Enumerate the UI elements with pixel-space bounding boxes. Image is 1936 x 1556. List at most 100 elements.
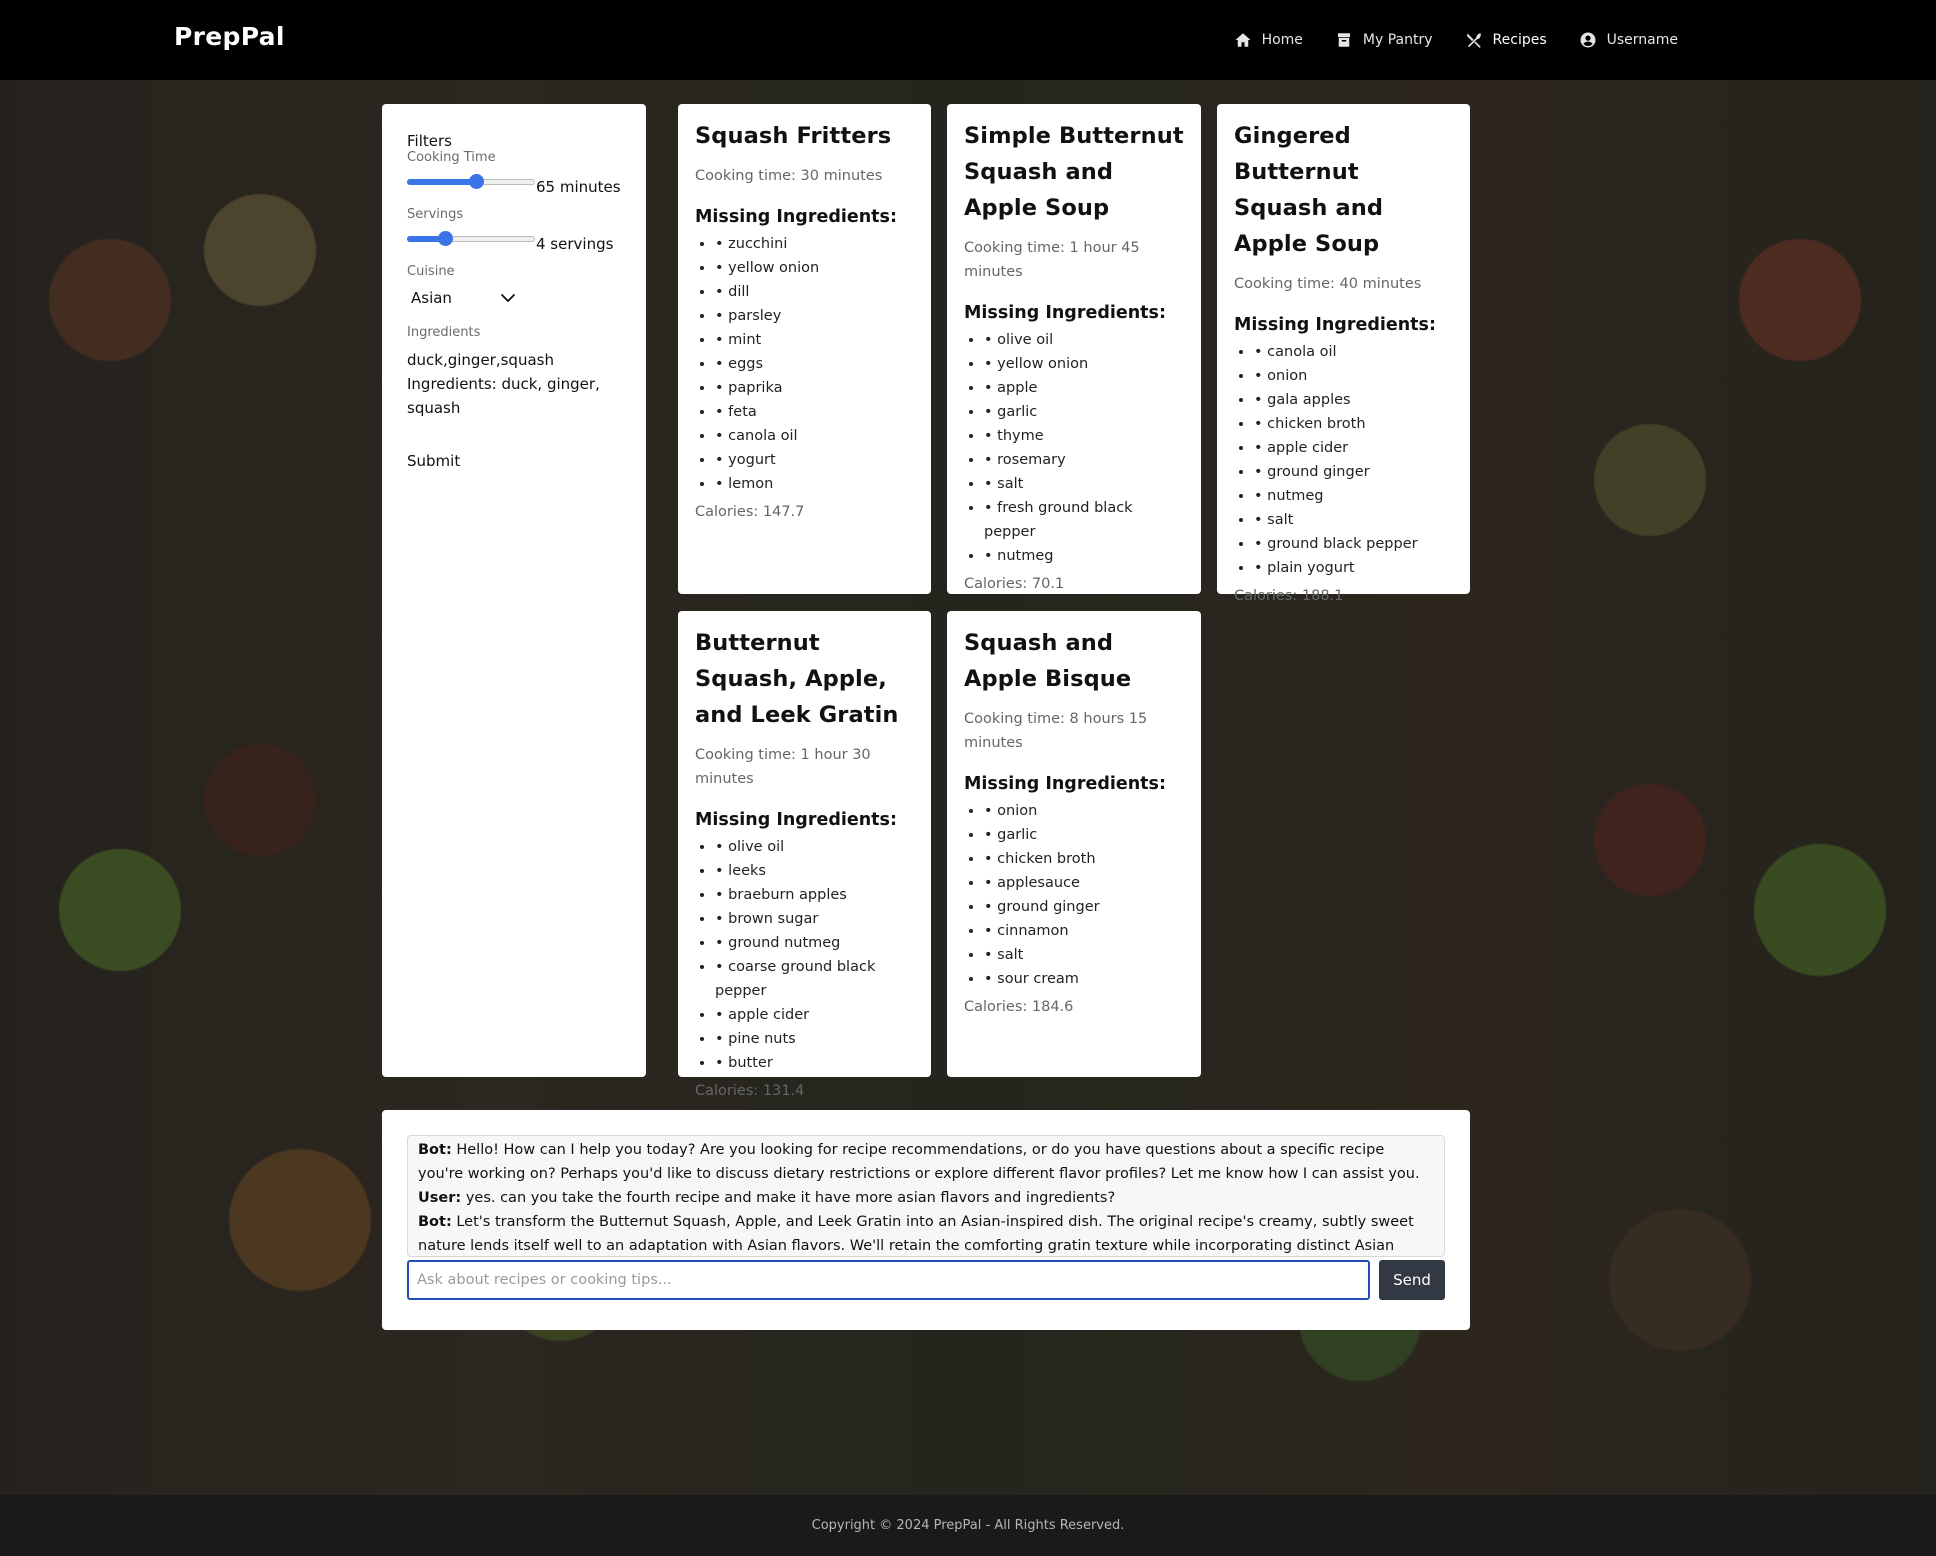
missing-ingredients-list: • zucchini• yellow onion• dill• parsley•… bbox=[695, 232, 914, 496]
missing-ingredient-item: • garlic bbox=[984, 823, 1184, 847]
recipe-card[interactable]: Squash and Apple Bisque Cooking time: 8 … bbox=[947, 611, 1201, 1077]
slider-fill bbox=[407, 179, 477, 185]
missing-ingredients-heading: Missing Ingredients: bbox=[964, 774, 1166, 794]
missing-ingredient-item: • apple cider bbox=[715, 1003, 914, 1027]
missing-ingredients-heading: Missing Ingredients: bbox=[695, 810, 897, 830]
missing-ingredient-item: • salt bbox=[984, 472, 1184, 496]
ingredients-summary: Ingredients: duck, ginger, squash bbox=[407, 375, 600, 417]
missing-ingredient-item: • yellow onion bbox=[984, 352, 1184, 376]
missing-ingredient-item: • plain yogurt bbox=[1254, 556, 1453, 580]
missing-ingredient-item: • canola oil bbox=[715, 424, 914, 448]
recipe-calories: Calories: 147.7 bbox=[695, 504, 805, 520]
chat-message: Bot: Let's transform the Butternut Squas… bbox=[418, 1210, 1434, 1256]
chevron-down-icon bbox=[501, 294, 515, 302]
recipe-card[interactable]: Simple Butternut Squash and Apple Soup C… bbox=[947, 104, 1201, 594]
recipe-title[interactable]: Gingered Butternut Squash and Apple Soup bbox=[1234, 118, 1453, 262]
cooking-time-filter: Cooking Time 65 minutes bbox=[407, 150, 621, 196]
missing-ingredients-list: • olive oil• leeks• braeburn apples• bro… bbox=[695, 835, 914, 1075]
missing-ingredient-item: • pine nuts bbox=[715, 1027, 914, 1051]
chat-log[interactable]: Bot: Hello! How can I help you today? Ar… bbox=[407, 1135, 1445, 1257]
slider-thumb[interactable] bbox=[438, 231, 454, 246]
recipe-title[interactable]: Simple Butternut Squash and Apple Soup bbox=[964, 118, 1184, 226]
missing-ingredient-item: • ground nutmeg bbox=[715, 931, 914, 955]
recipe-cooking-time: Cooking time: 8 hours 15 minutes bbox=[964, 711, 1148, 751]
missing-ingredient-item: • leeks bbox=[715, 859, 914, 883]
missing-ingredient-item: • nutmeg bbox=[1254, 484, 1453, 508]
missing-ingredient-item: • nutmeg bbox=[984, 544, 1184, 568]
recipe-card[interactable]: Squash Fritters Cooking time: 30 minutes… bbox=[678, 104, 931, 594]
cooking-time-label: Cooking Time bbox=[407, 150, 496, 165]
chat-text: Hello! How can I help you today? Are you… bbox=[418, 1142, 1420, 1182]
missing-ingredient-item: • butter bbox=[715, 1051, 914, 1075]
missing-ingredient-item: • applesauce bbox=[984, 871, 1184, 895]
recipe-card[interactable]: Gingered Butternut Squash and Apple Soup… bbox=[1217, 104, 1470, 604]
recipe-calories: Calories: 70.1 bbox=[964, 576, 1065, 592]
submit-button[interactable]: Submit bbox=[407, 452, 460, 470]
missing-ingredient-item: • braeburn apples bbox=[715, 883, 914, 907]
recipe-cooking-time: Cooking time: 30 minutes bbox=[695, 168, 883, 184]
missing-ingredient-item: • lemon bbox=[715, 472, 914, 496]
missing-ingredient-item: • ground black pepper bbox=[1254, 532, 1453, 556]
user-circle-icon bbox=[1580, 32, 1596, 48]
cooking-time-slider[interactable] bbox=[407, 174, 535, 189]
chat-message: User: yes. can you take the fourth recip… bbox=[418, 1186, 1434, 1210]
cuisine-filter: Cuisine Asian bbox=[407, 264, 621, 311]
chat-input-row: Send bbox=[407, 1260, 1445, 1300]
recipe-cooking-time: Cooking time: 40 minutes bbox=[1234, 276, 1422, 292]
cuisine-select[interactable]: Asian bbox=[407, 285, 517, 311]
slider-thumb[interactable] bbox=[469, 174, 485, 189]
missing-ingredient-item: • salt bbox=[1254, 508, 1453, 532]
utensils-icon bbox=[1466, 33, 1481, 48]
ingredients-input[interactable]: duck,ginger,squash bbox=[407, 348, 621, 372]
missing-ingredient-item: • onion bbox=[984, 799, 1184, 823]
nav-my-pantry-label: My Pantry bbox=[1362, 32, 1433, 48]
ingredients-filter: Ingredients duck,ginger,squash Ingredien… bbox=[407, 325, 621, 420]
nav-home[interactable]: Home bbox=[1234, 31, 1303, 49]
recipe-title[interactable]: Squash Fritters bbox=[695, 118, 914, 154]
nav-my-pantry[interactable]: My Pantry bbox=[1335, 31, 1433, 49]
missing-ingredient-item: • yellow onion bbox=[715, 256, 914, 280]
missing-ingredient-item: • olive oil bbox=[715, 835, 914, 859]
nav-username[interactable]: Username bbox=[1579, 31, 1678, 49]
missing-ingredient-item: • apple bbox=[984, 376, 1184, 400]
top-navbar: PrepPal Home My Pantry Recipes Username bbox=[0, 0, 1936, 80]
chat-input[interactable] bbox=[407, 1260, 1370, 1300]
missing-ingredient-item: • ground ginger bbox=[984, 895, 1184, 919]
servings-label: Servings bbox=[407, 207, 464, 222]
missing-ingredient-item: • feta bbox=[715, 400, 914, 424]
missing-ingredient-item: • zucchini bbox=[715, 232, 914, 256]
send-button[interactable]: Send bbox=[1379, 1260, 1445, 1300]
recipe-card[interactable]: Butternut Squash, Apple, and Leek Gratin… bbox=[678, 611, 931, 1099]
nav-recipes[interactable]: Recipes bbox=[1465, 31, 1547, 49]
footer: Copyright © 2024 PrepPal - All Rights Re… bbox=[0, 1495, 1936, 1556]
missing-ingredient-item: • yogurt bbox=[715, 448, 914, 472]
copyright-text: Copyright © 2024 PrepPal - All Rights Re… bbox=[811, 1518, 1125, 1533]
missing-ingredient-item: • ground ginger bbox=[1254, 460, 1453, 484]
missing-ingredient-item: • sour cream bbox=[984, 967, 1184, 991]
servings-slider[interactable] bbox=[407, 231, 535, 246]
nav-username-label: Username bbox=[1606, 32, 1678, 48]
missing-ingredient-item: • paprika bbox=[715, 376, 914, 400]
missing-ingredients-list: • canola oil• onion• gala apples• chicke… bbox=[1234, 340, 1453, 580]
recipe-title[interactable]: Butternut Squash, Apple, and Leek Gratin bbox=[695, 625, 914, 733]
missing-ingredients-list: • olive oil• yellow onion• apple• garlic… bbox=[964, 328, 1184, 568]
missing-ingredient-item: • fresh ground black pepper bbox=[984, 496, 1184, 544]
pantry-icon bbox=[1337, 33, 1350, 47]
chat-text: yes. can you take the fourth recipe and … bbox=[465, 1190, 1116, 1206]
filters-panel: Filters Cooking Time 65 minutes Servings… bbox=[382, 104, 646, 1077]
missing-ingredient-item: • chicken broth bbox=[1254, 412, 1453, 436]
missing-ingredient-item: • chicken broth bbox=[984, 847, 1184, 871]
missing-ingredient-item: • rosemary bbox=[984, 448, 1184, 472]
missing-ingredients-list: • onion• garlic• chicken broth• applesau… bbox=[964, 799, 1184, 991]
home-icon bbox=[1235, 33, 1251, 47]
chat-text: Let's transform the Butternut Squash, Ap… bbox=[418, 1214, 1414, 1254]
ingredients-label: Ingredients bbox=[407, 325, 481, 340]
recipe-title[interactable]: Squash and Apple Bisque bbox=[964, 625, 1184, 697]
brand-logo[interactable]: PrepPal bbox=[174, 22, 285, 51]
missing-ingredient-item: • canola oil bbox=[1254, 340, 1453, 364]
missing-ingredient-item: • parsley bbox=[715, 304, 914, 328]
nav-links: Home My Pantry Recipes Username bbox=[1234, 0, 1678, 80]
cooking-time-value: 65 minutes bbox=[536, 178, 621, 196]
nav-home-label: Home bbox=[1261, 32, 1303, 48]
filters-title: Filters bbox=[407, 132, 452, 150]
